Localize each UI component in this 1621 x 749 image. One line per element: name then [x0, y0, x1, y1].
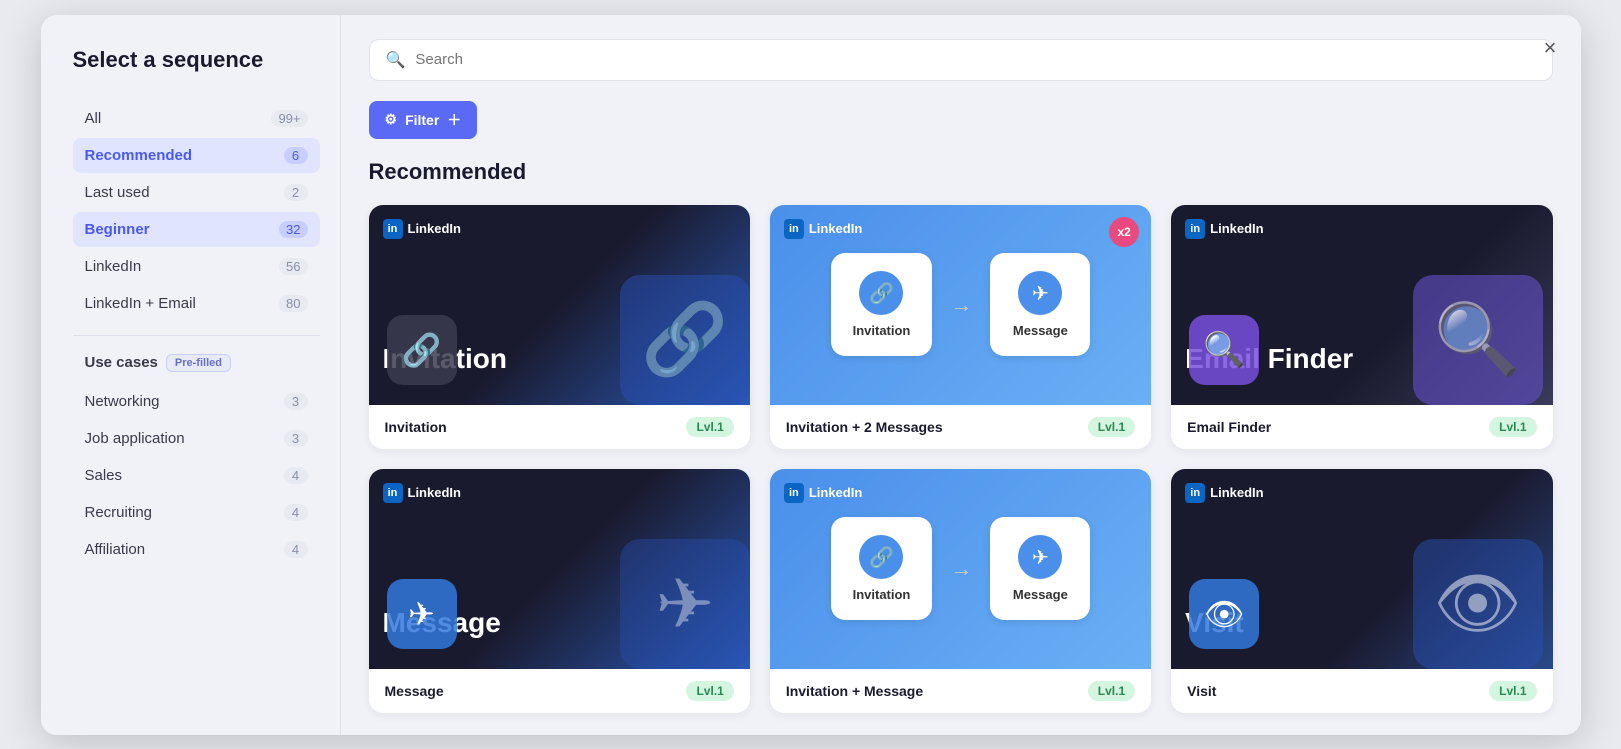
level-badge-emailfinder: Lvl.1: [1489, 417, 1536, 437]
card-name-visit: Visit: [1187, 683, 1216, 699]
flow-step-label-msg2: Message: [1013, 587, 1068, 602]
flow-step-label-message: Message: [1013, 323, 1068, 338]
section-title: Recommended: [369, 159, 1553, 185]
filter-label: Filter: [405, 112, 439, 128]
card-visit[interactable]: in LinkedIn Visit 👁 👁 Visit Lvl.1: [1171, 469, 1552, 713]
card-name-invmsg: Invitation + Message: [786, 683, 923, 699]
sidebar-item-linkedin-email[interactable]: LinkedIn + Email 80: [73, 286, 320, 321]
card-name-message: Message: [385, 683, 444, 699]
sidebar-item-networking[interactable]: Networking 3: [73, 384, 320, 419]
card-image-message: in LinkedIn Message ✈ ✈: [369, 469, 750, 669]
card-invitation-message[interactable]: in LinkedIn 🔗 Invitation → ✈ Message: [770, 469, 1151, 713]
linkedin-icon: in: [383, 219, 403, 239]
message-large-icon: ✈: [620, 539, 750, 669]
card-image-invmsg: in LinkedIn 🔗 Invitation → ✈ Message: [770, 469, 1151, 669]
level-badge-visit: Lvl.1: [1489, 681, 1536, 701]
sidebar: Select a sequence All 99+ Recommended 6 …: [41, 15, 341, 735]
card-name-inv2msg: Invitation + 2 Messages: [786, 419, 943, 435]
flow-step-icon-msg2: ✈: [1018, 535, 1062, 579]
linkedin-icon-2: in: [784, 219, 804, 239]
main-content: 🔍 ⚙ Filter ＋ Recommended in LinkedIn Inv…: [341, 15, 1581, 735]
card-email-finder[interactable]: in LinkedIn Email Finder 🔍 🔍 Email Finde…: [1171, 205, 1552, 449]
close-button[interactable]: ×: [1544, 35, 1557, 61]
card-footer-inv2msg: Invitation + 2 Messages Lvl.1: [770, 405, 1151, 449]
sidebar-item-recruiting[interactable]: Recruiting 4: [73, 495, 320, 530]
search-icon: 🔍: [386, 50, 406, 70]
cards-grid: in LinkedIn Invitation 🔗 🔗 Invitation Lv…: [369, 205, 1553, 713]
eye-large-icon: 👁: [1413, 539, 1543, 669]
plus-icon: ＋: [447, 110, 461, 130]
search-input[interactable]: [415, 51, 1535, 68]
sidebar-item-sales[interactable]: Sales 4: [73, 458, 320, 493]
card-footer-visit: Visit Lvl.1: [1171, 669, 1552, 713]
flow-step-message: ✈ Message: [990, 253, 1090, 356]
linkedin-badge-4: in LinkedIn: [383, 483, 461, 503]
card-name-emailfinder: Email Finder: [1187, 419, 1271, 435]
card-name-invitation: Invitation: [385, 419, 447, 435]
x2-badge: x2: [1109, 217, 1139, 247]
linkedin-badge-3: in LinkedIn: [1185, 219, 1263, 239]
flow-step-inv2: 🔗 Invitation: [831, 517, 933, 620]
flow-arrow: →: [950, 292, 972, 318]
level-badge-inv2msg: Lvl.1: [1088, 417, 1135, 437]
link-large-icon: 🔗: [620, 275, 750, 405]
sidebar-item-last-used[interactable]: Last used 2: [73, 175, 320, 210]
flow-arrow-2: →: [950, 556, 972, 582]
divider: [73, 335, 320, 336]
flow-step-icon-invitation: 🔗: [859, 271, 903, 315]
sidebar-item-beginner[interactable]: Beginner 32: [73, 212, 320, 247]
flow-step-label-inv2: Invitation: [853, 587, 911, 602]
card-footer-message: Message Lvl.1: [369, 669, 750, 713]
card-image-visit: in LinkedIn Visit 👁 👁: [1171, 469, 1552, 669]
sidebar-item-linkedin[interactable]: LinkedIn 56: [73, 249, 320, 284]
linkedin-icon-5: in: [784, 483, 804, 503]
card-footer-invitation: Invitation Lvl.1: [369, 405, 750, 449]
flow-step-icon-inv2: 🔗: [859, 535, 903, 579]
card-image-inv2msg: in LinkedIn x2 🔗 Invitation → ✈ Message: [770, 205, 1151, 405]
card-invitation[interactable]: in LinkedIn Invitation 🔗 🔗 Invitation Lv…: [369, 205, 750, 449]
card-footer-invmsg: Invitation + Message Lvl.1: [770, 669, 1151, 713]
linkedin-badge-5: in LinkedIn: [784, 483, 862, 503]
sidebar-item-all[interactable]: All 99+: [73, 101, 320, 136]
card-image-emailfinder: in LinkedIn Email Finder 🔍 🔍: [1171, 205, 1552, 405]
message-icon-box: ✈: [387, 579, 457, 649]
level-badge-invitation: Lvl.1: [686, 417, 733, 437]
level-badge-message: Lvl.1: [686, 681, 733, 701]
search-circle-icon: 🔍: [1189, 315, 1259, 385]
card-message[interactable]: in LinkedIn Message ✈ ✈ Message Lvl.1: [369, 469, 750, 713]
filter-icon: ⚙: [385, 111, 398, 128]
linkedin-badge-6: in LinkedIn: [1185, 483, 1263, 503]
card-invitation-2-messages[interactable]: in LinkedIn x2 🔗 Invitation → ✈ Message: [770, 205, 1151, 449]
linkedin-icon-6: in: [1185, 483, 1205, 503]
linkedin-badge-2: in LinkedIn: [784, 219, 862, 239]
modal-title: Select a sequence: [73, 47, 320, 73]
sidebar-item-job-application[interactable]: Job application 3: [73, 421, 320, 456]
flow-step-invitation: 🔗 Invitation: [831, 253, 933, 356]
filter-button[interactable]: ⚙ Filter ＋: [369, 101, 478, 139]
eye-icon-box: 👁: [1189, 579, 1259, 649]
link-icon-box: 🔗: [387, 315, 457, 385]
select-sequence-modal: × Select a sequence All 99+ Recommended …: [41, 15, 1581, 735]
card-footer-emailfinder: Email Finder Lvl.1: [1171, 405, 1552, 449]
linkedin-badge: in LinkedIn: [383, 219, 461, 239]
card-image-invitation: in LinkedIn Invitation 🔗 🔗: [369, 205, 750, 405]
use-cases-header: Use cases Pre-filled: [73, 350, 320, 376]
search-bar: 🔍: [369, 39, 1553, 81]
sidebar-item-affiliation[interactable]: Affiliation 4: [73, 532, 320, 567]
flow-step-label-invitation: Invitation: [853, 323, 911, 338]
flow-step-icon-message: ✈: [1018, 271, 1062, 315]
linkedin-icon-3: in: [1185, 219, 1205, 239]
flow-step-msg2: ✈ Message: [990, 517, 1090, 620]
search-large-icon: 🔍: [1413, 275, 1543, 405]
level-badge-invmsg: Lvl.1: [1088, 681, 1135, 701]
sidebar-item-recommended[interactable]: Recommended 6: [73, 138, 320, 173]
linkedin-icon-4: in: [383, 483, 403, 503]
